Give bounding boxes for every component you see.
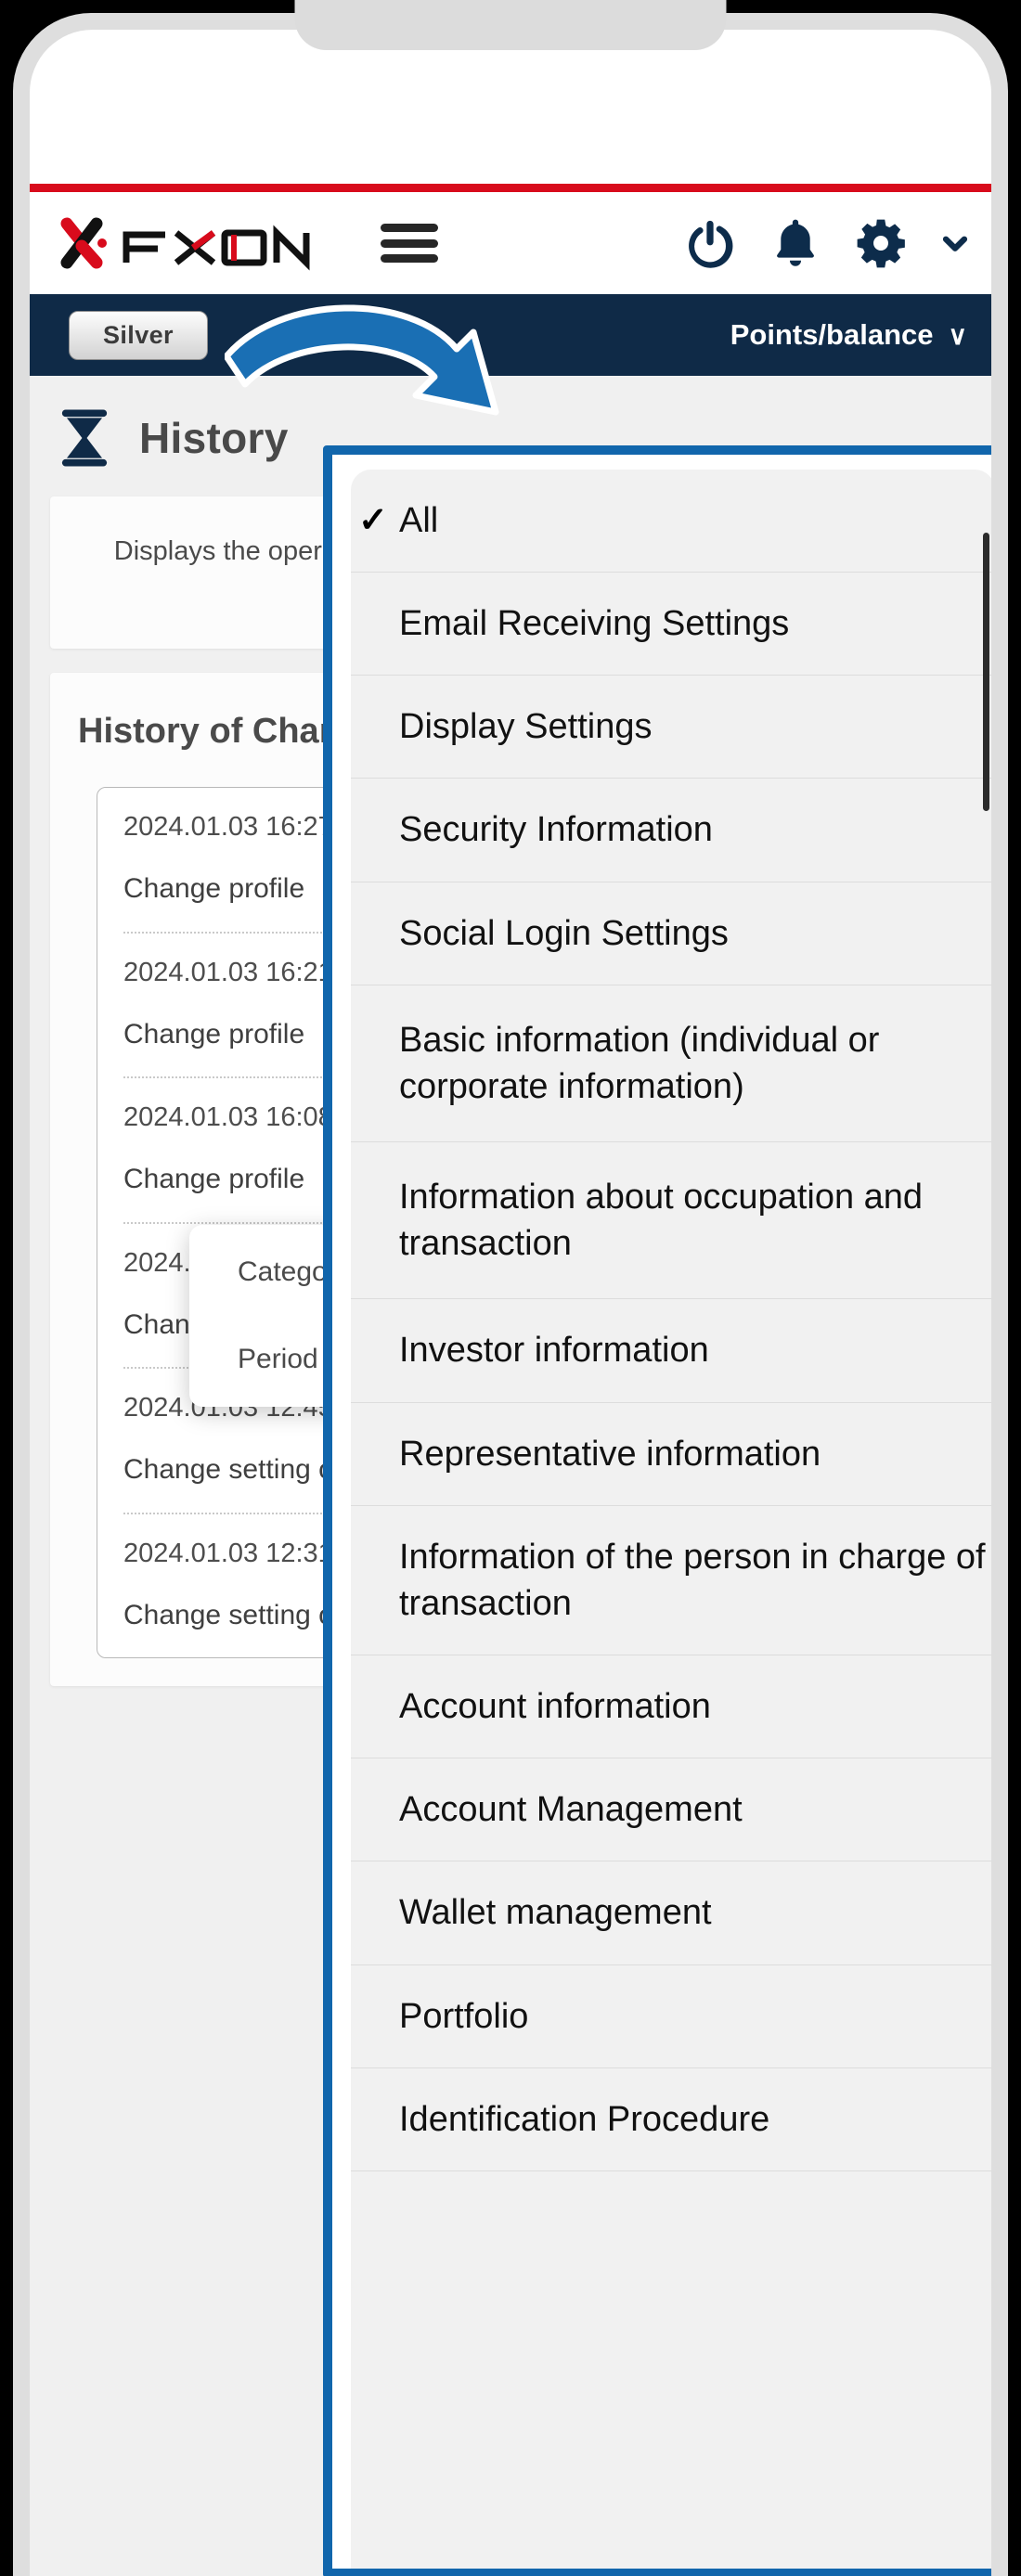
menu-item-label: Representative information [399,1434,821,1474]
gear-icon[interactable] [854,216,908,270]
category-dropdown-list: ✓ All Email Receiving Settings Display S… [351,470,991,2569]
menu-item-occupation-transaction[interactable]: Information about occupation and transac… [351,1142,991,1300]
menu-item-label: Account information [399,1687,711,1727]
dropdown-scrollbar-thumb[interactable] [983,533,989,811]
hamburger-bar [381,254,438,263]
menu-item-display-settings[interactable]: Display Settings [351,676,991,779]
menu-item-label: Identification Procedure [399,2099,770,2139]
menu-item-label: Account Management [399,1790,743,1830]
power-icon[interactable] [683,216,737,270]
menu-item-investor-information[interactable]: Investor information [351,1299,991,1403]
menu-item-security-information[interactable]: Security Information [351,779,991,882]
menu-item-label: Portfolio [399,1996,529,2036]
phone-screen: Silver Points/balance ∨ History Displays… [30,30,991,2576]
brand-red-rule [30,184,991,192]
menu-item-label: All [399,501,439,540]
menu-item-wallet-management[interactable]: Wallet management [351,1861,991,1965]
dropdown-scrollbar-track[interactable] [976,470,991,2569]
menu-item-all[interactable]: ✓ All [351,470,991,573]
check-icon: ✓ [358,501,388,540]
menu-item-portfolio[interactable]: Portfolio [351,1965,991,2068]
menu-item-representative-information[interactable]: Representative information [351,1403,991,1506]
header-icon-group [683,216,971,270]
fxon-logo[interactable] [54,214,332,272]
bell-icon[interactable] [769,216,822,270]
rank-badge[interactable]: Silver [69,310,208,360]
menu-item-person-in-charge[interactable]: Information of the person in charge of t… [351,1506,991,1656]
menu-item-email-receiving-settings[interactable]: Email Receiving Settings [351,573,991,676]
menu-item-basic-information[interactable]: Basic information (individual or corpora… [351,985,991,1143]
menu-item-label: Security Information [399,810,713,850]
hourglass-icon [56,407,113,469]
points-balance-label: Points/balance [730,318,934,351]
chevron-down-icon[interactable] [939,227,971,259]
points-balance-bar: Silver Points/balance ∨ [30,294,991,376]
points-balance-toggle[interactable]: Points/balance ∨ [730,318,967,352]
phone-frame: Silver Points/balance ∨ History Displays… [0,0,1021,2576]
menu-item-label: Basic information (individual or corpora… [399,1020,880,1106]
menu-item-label: Email Receiving Settings [399,604,790,644]
menu-item-label: Display Settings [399,707,653,747]
hamburger-bar [381,224,438,232]
hamburger-menu-button[interactable] [381,219,438,267]
menu-item-label: Information of the person in charge of t… [399,1537,986,1623]
chevron-down-icon: ∨ [948,320,968,350]
menu-item-label: Social Login Settings [399,913,729,953]
menu-item-account-management[interactable]: Account Management [351,1758,991,1862]
menu-item-label: Investor information [399,1331,709,1371]
menu-item-social-login-settings[interactable]: Social Login Settings [351,882,991,985]
category-filter-dropdown: ✓ All Email Receiving Settings Display S… [323,445,991,2576]
menu-item-label: Wallet management [399,1893,712,1933]
menu-item-identification-procedure[interactable]: Identification Procedure [351,2068,991,2171]
phone-bezel: Silver Points/balance ∨ History Displays… [13,13,1008,2576]
phone-notch [294,0,727,50]
site-header [30,192,991,294]
menu-item-account-information[interactable]: Account information [351,1655,991,1759]
hamburger-bar [381,238,438,248]
menu-item-label: Information about occupation and transac… [399,1178,924,1264]
page-title: History [139,414,289,462]
